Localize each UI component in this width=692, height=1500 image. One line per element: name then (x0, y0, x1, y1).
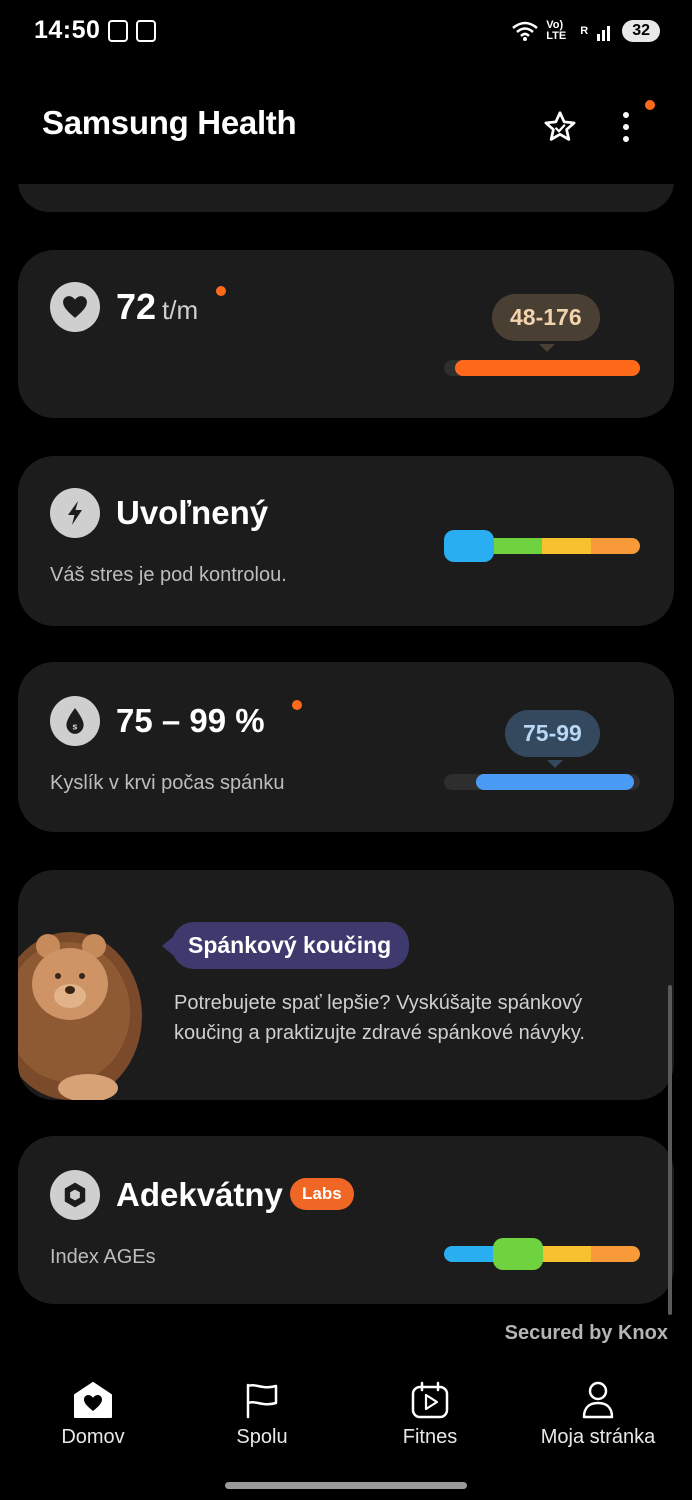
nav-my-page-label: Moja stránka (540, 1426, 656, 1448)
secured-by-knox: Secured by Knox (504, 1322, 668, 1344)
bolt-icon (68, 501, 82, 525)
blood-oxygen-range-bubble: 75-99 (505, 710, 600, 757)
person-icon (582, 1381, 614, 1419)
header-overlap (0, 150, 692, 184)
ages-description: Index AGEs (50, 1246, 156, 1268)
stress-segment-veryhigh (591, 538, 640, 554)
nav-my-page[interactable]: Moja stránka (528, 1380, 668, 1449)
network-type: Vo) LTE (546, 19, 567, 42)
blood-oxygen-new-dot (292, 700, 302, 710)
blood-oxygen-description: Kyslík v krvi počas spánku (50, 772, 285, 794)
nav-fitness[interactable]: Fitnes (360, 1380, 500, 1449)
heart-rate-unit: t/m (162, 295, 199, 325)
more-vertical-icon (623, 112, 629, 142)
ages-segment-veryhigh (591, 1246, 640, 1262)
blood-oxygen-range-bar (476, 774, 634, 790)
heart-rate-range-bar (455, 360, 640, 376)
blood-oxygen-bubble-tail (547, 760, 563, 768)
signal-icon (597, 26, 611, 41)
labs-badge: Labs (290, 1178, 354, 1210)
ages-segment-low (444, 1246, 493, 1262)
hexagon-icon-circle (50, 1170, 100, 1220)
stress-segment-mid (493, 538, 542, 554)
nav-together[interactable]: Spolu (192, 1380, 332, 1449)
svg-text:s: s (72, 723, 77, 733)
sleep-coaching-text: Potrebujete spať lepšie? Vyskúšajte spán… (174, 992, 585, 1044)
vibrate-icon (136, 20, 156, 42)
heart-rate-value-wrap: 72 t/m (116, 286, 198, 328)
nav-together-label: Spolu (236, 1426, 288, 1448)
roaming-indicator: R (580, 25, 589, 37)
home-heart-icon (74, 1382, 112, 1418)
battery-indicator: 32 (622, 20, 660, 42)
wifi-icon (512, 21, 539, 41)
scrollbar[interactable] (668, 985, 672, 1315)
ages-level-marker (493, 1238, 543, 1270)
bolt-icon-circle (50, 488, 100, 538)
hexagon-icon (64, 1182, 86, 1208)
status-right-icons: Vo) LTE R 32 (512, 20, 660, 42)
heart-icon (63, 296, 87, 318)
nav-fitness-label: Fitnes (402, 1426, 458, 1448)
ages-index-card[interactable]: Adekvátny Labs Index AGEs (18, 1136, 674, 1304)
heart-rate-bubble-tail (539, 344, 555, 352)
heart-rate-new-dot (216, 286, 226, 296)
heart-rate-card[interactable]: 72 t/m 48-176 (18, 250, 674, 418)
stress-status: Uvoľnený (116, 494, 269, 531)
app-title: Samsung Health (42, 104, 297, 141)
blood-oxygen-value: 75 – 99 % (116, 702, 265, 739)
play-calendar-icon (411, 1381, 449, 1419)
more-options-button[interactable] (606, 106, 646, 148)
sleep-coaching-card[interactable]: Spánkový koučing Potrebujete spať lepšie… (18, 870, 674, 1100)
oxygen-drop-icon: s (66, 708, 84, 734)
sleep-coaching-badge-tail (162, 936, 174, 956)
menu-notification-dot (645, 100, 655, 110)
sleep-coaching-badge: Spánkový koučing (172, 922, 410, 969)
gesture-home-bar[interactable] (225, 1482, 467, 1489)
oxygen-icon-circle: s (50, 696, 100, 746)
lion-mascot-image (18, 932, 142, 1100)
heart-rate-range-bubble: 48-176 (492, 294, 600, 341)
stress-segment-high (542, 538, 591, 554)
stress-description: Váš stres je pod kontrolou. (50, 564, 287, 586)
favorites-button[interactable] (540, 106, 580, 148)
nav-home-label: Domov (61, 1426, 125, 1448)
stress-card[interactable]: Uvoľnený Váš stres je pod kontrolou. (18, 456, 674, 626)
status-notification-icons (108, 20, 156, 42)
flag-icon (246, 1383, 278, 1419)
star-icon (544, 111, 576, 141)
ages-segment-high (542, 1246, 591, 1262)
nav-home[interactable]: Domov (23, 1380, 163, 1449)
blood-oxygen-card[interactable]: s 75 – 99 % Kyslík v krvi počas spánku 7… (18, 662, 674, 832)
stress-level-marker (444, 530, 494, 562)
heart-icon-circle (50, 282, 100, 332)
heart-rate-value: 72 (116, 286, 157, 327)
ages-status: Adekvátny (116, 1176, 283, 1213)
status-time: 14:50 (34, 16, 101, 44)
screenshot-icon (108, 20, 128, 42)
